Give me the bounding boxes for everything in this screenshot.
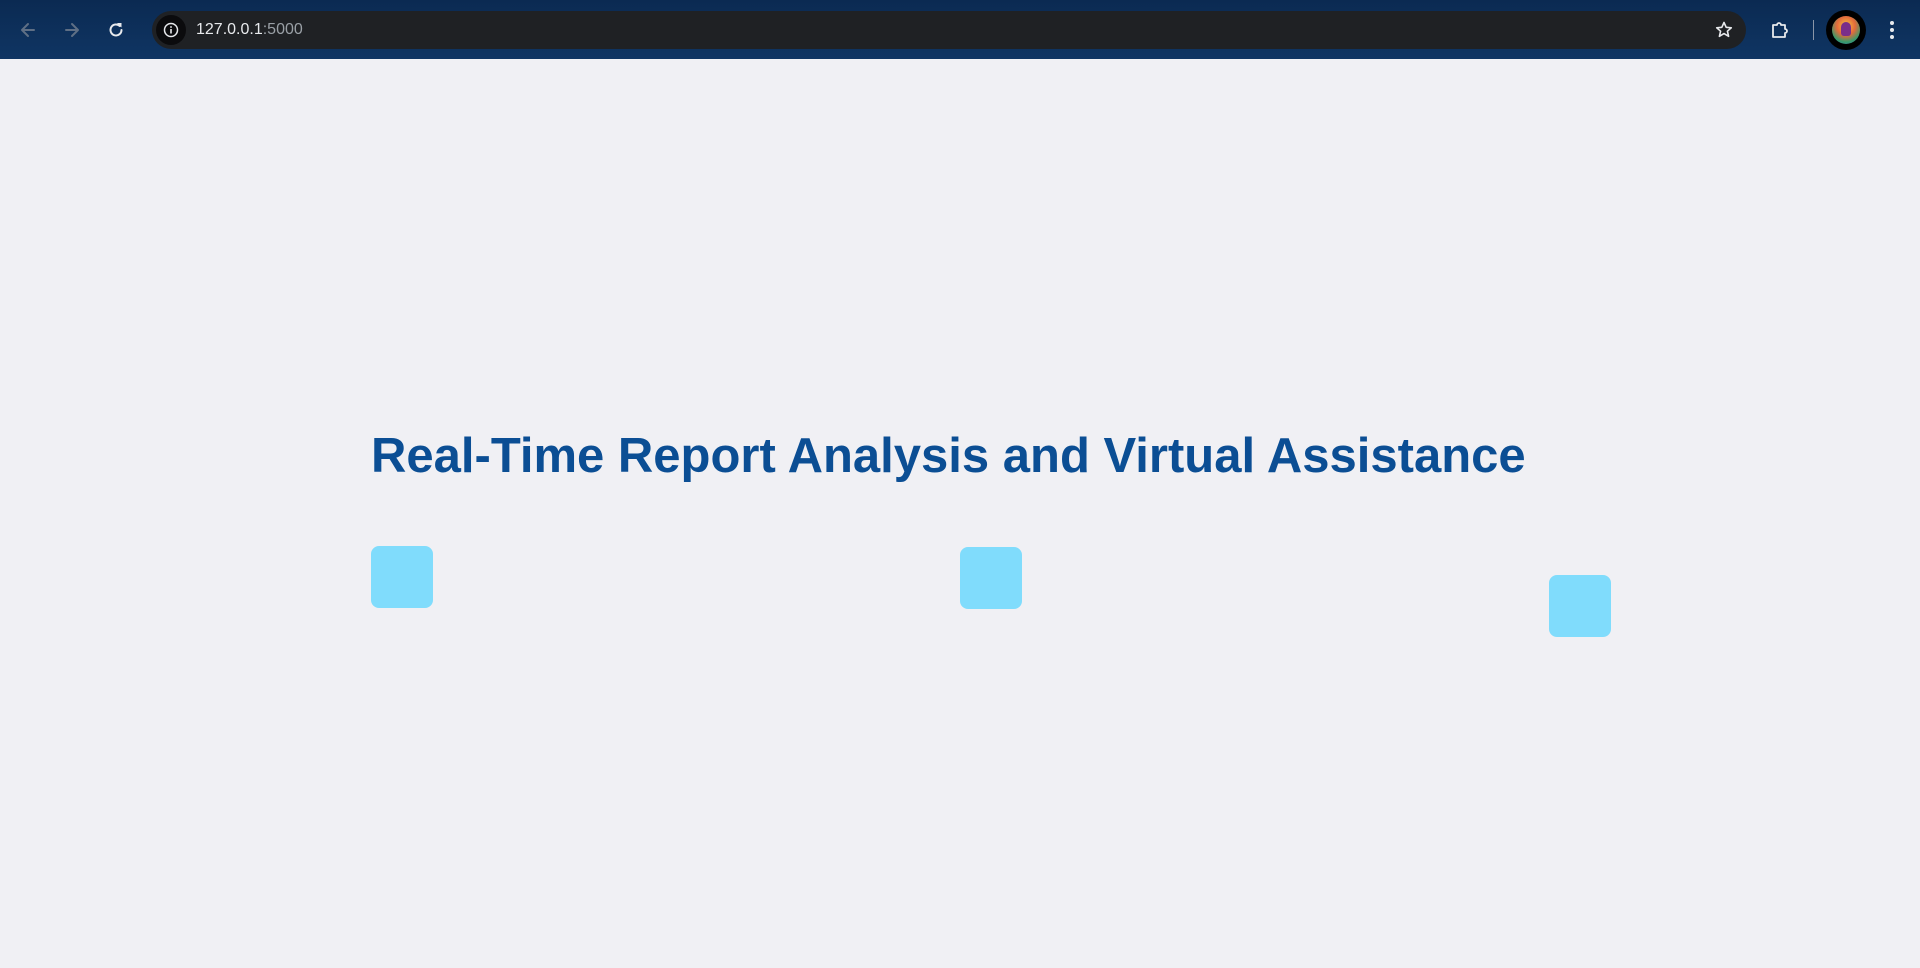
bookmark-button[interactable] bbox=[1712, 18, 1736, 42]
url-text[interactable]: 127.0.0.1:5000 bbox=[196, 11, 303, 49]
star-icon bbox=[1715, 21, 1733, 38]
url-host: 127.0.0.1 bbox=[196, 21, 263, 38]
kebab-menu-icon bbox=[1890, 21, 1894, 39]
feature-tile-1[interactable] bbox=[371, 546, 433, 608]
url-port: :5000 bbox=[262, 21, 303, 38]
page-title: Real-Time Report Analysis and Virtual As… bbox=[371, 429, 1526, 483]
page-content bbox=[0, 59, 1920, 968]
reload-button[interactable] bbox=[98, 12, 134, 48]
address-bar[interactable]: 127.0.0.1:5000 bbox=[152, 11, 1746, 49]
extensions-button[interactable] bbox=[1764, 14, 1796, 46]
profile-avatar[interactable] bbox=[1826, 10, 1866, 50]
site-info-button[interactable] bbox=[156, 15, 186, 45]
puzzle-icon bbox=[1772, 22, 1788, 38]
back-button[interactable] bbox=[10, 12, 46, 48]
info-icon bbox=[163, 22, 179, 38]
browser-toolbar: 127.0.0.1:5000 bbox=[0, 0, 1920, 59]
forward-button[interactable] bbox=[54, 12, 90, 48]
browser-menu-button[interactable] bbox=[1876, 14, 1908, 46]
arrow-right-icon bbox=[65, 23, 79, 37]
arrow-left-icon bbox=[21, 23, 35, 37]
avatar-image bbox=[1832, 16, 1860, 44]
feature-tile-3[interactable] bbox=[1549, 575, 1611, 637]
feature-tile-2[interactable] bbox=[960, 547, 1022, 609]
toolbar-divider bbox=[1813, 20, 1814, 40]
reload-icon bbox=[109, 23, 123, 37]
